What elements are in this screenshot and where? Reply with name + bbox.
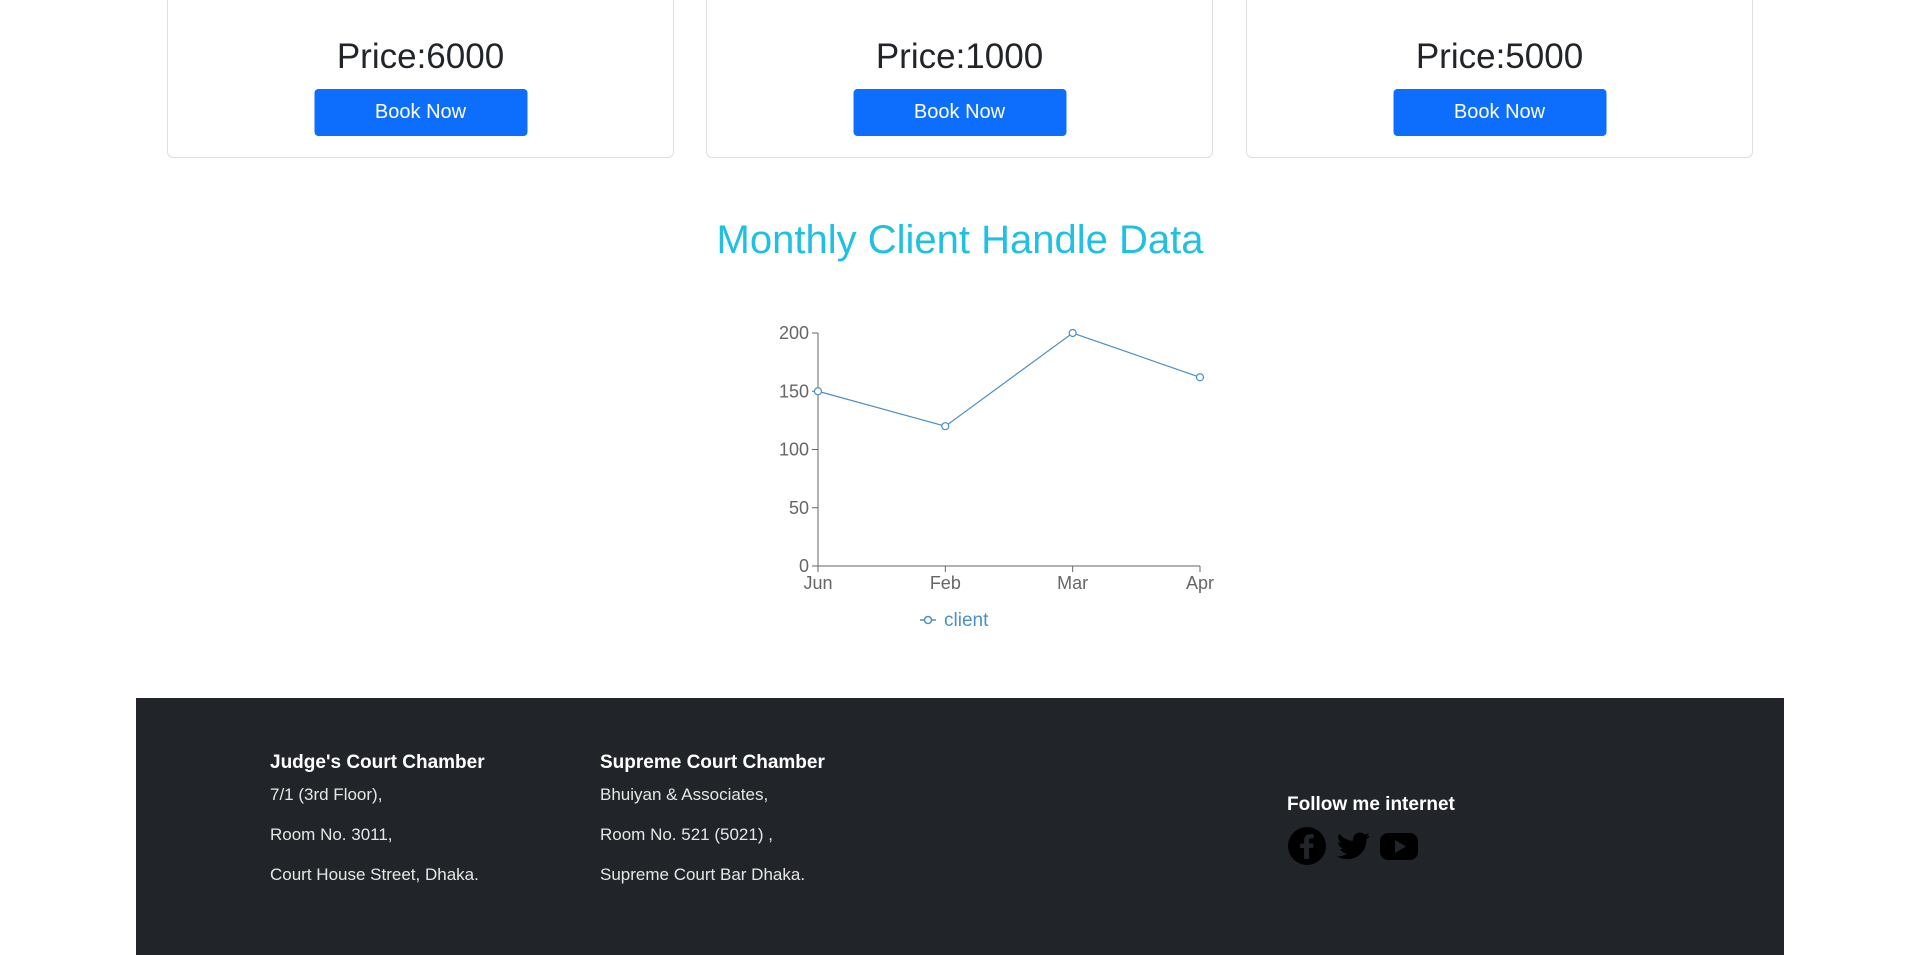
card-price: Price:5000 [1415, 37, 1584, 76]
x-tick-label: Jun [803, 573, 832, 593]
data-point [1068, 328, 1077, 338]
y-tick-label: 150 [779, 381, 809, 401]
pricing-card: Price:1000 Book Now [706, 0, 1213, 158]
footer: Judge's Court Chamber 7/1 (3rd Floor), R… [136, 698, 1784, 955]
footer-heading: Supreme Court Chamber [600, 752, 825, 773]
pricing-card: Price:5000 Book Now [1246, 0, 1753, 158]
series-line-client [817, 332, 1201, 427]
data-point [1195, 373, 1205, 382]
data-point [941, 422, 950, 431]
book-now-button[interactable]: Book Now [1393, 89, 1606, 136]
card-price: Price:6000 [336, 37, 505, 76]
footer-address-line: 7/1 (3rd Floor), [270, 785, 383, 804]
follow-heading: Follow me internet [1287, 794, 1455, 815]
facebook-icon[interactable] [1287, 826, 1327, 866]
x-tick-label: Feb [930, 573, 961, 593]
social-icons [1287, 826, 1455, 866]
client-line-chart: 050100150200Jun Feb Mar Aprclient [779, 323, 1214, 631]
footer-heading: Judge's Court Chamber [270, 752, 485, 773]
book-now-button[interactable]: Book Now [314, 89, 527, 136]
card-price: Price:1000 [875, 37, 1044, 76]
pricing-cards: Price:6000 Book Now Price:1000 Book Now … [0, 0, 1920, 160]
chart-title: Monthly Client Handle Data [716, 218, 1204, 262]
footer-address-line: Court House Street, Dhaka. [270, 865, 479, 884]
twitter-icon[interactable] [1333, 826, 1373, 866]
y-tick-label: 50 [789, 498, 809, 518]
youtube-icon[interactable] [1379, 826, 1419, 866]
book-now-button[interactable]: Book Now [853, 89, 1066, 136]
y-tick-label: 200 [779, 323, 809, 343]
footer-column-judges-court: Judge's Court Chamber 7/1 (3rd Floor), R… [270, 752, 485, 904]
legend-marker [923, 615, 933, 625]
y-tick-label: 100 [779, 440, 809, 460]
footer-address-line: Room No. 521 (5021) , [600, 825, 773, 844]
pricing-card: Price:6000 Book Now [167, 0, 674, 158]
legend-label: client [944, 610, 989, 631]
x-tick-label: Apr [1186, 573, 1214, 593]
data-point [813, 387, 823, 396]
follow-section: Follow me internet [1287, 794, 1455, 866]
footer-address-line: Bhuiyan & Associates, [600, 785, 769, 804]
footer-address-line: Supreme Court Bar Dhaka. [600, 865, 806, 884]
footer-address-line: Room No. 3011, [270, 825, 393, 844]
x-tick-label: Mar [1057, 573, 1088, 593]
footer-column-supreme-court: Supreme Court Chamber Bhuiyan & Associat… [600, 752, 825, 904]
